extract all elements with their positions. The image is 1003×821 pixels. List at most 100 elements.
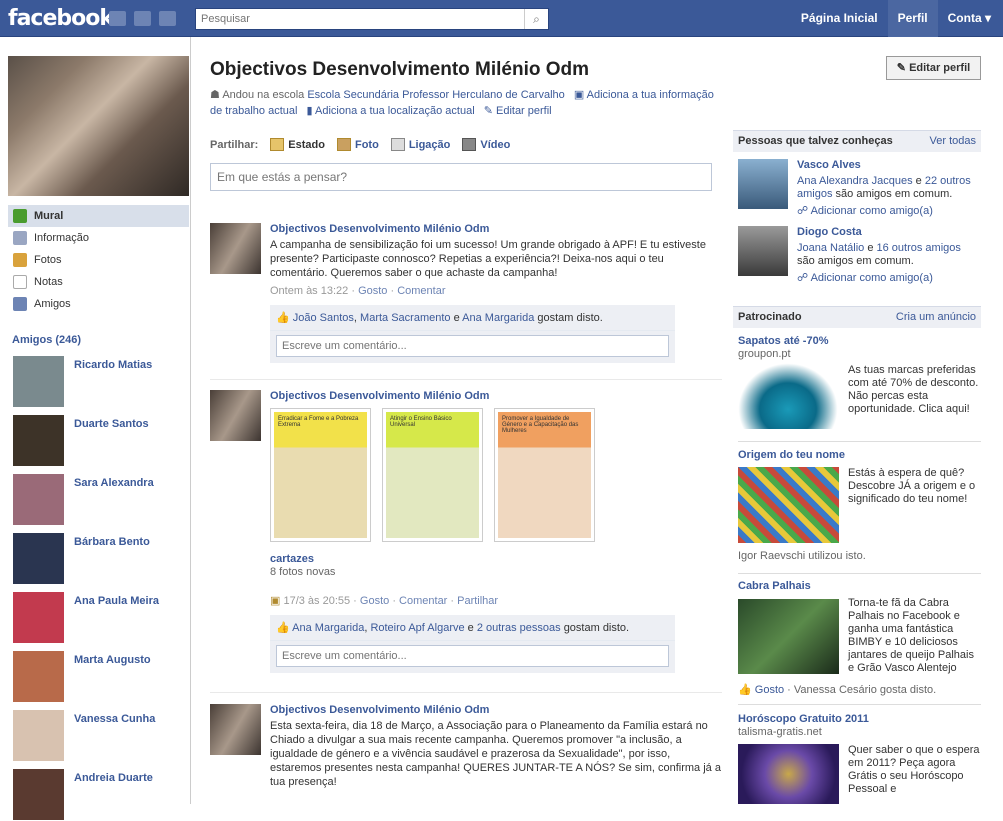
friends-header[interactable]: Amigos (246) xyxy=(12,334,81,346)
friend-avatar[interactable] xyxy=(13,474,64,525)
poster-thumbnail[interactable]: Atingir o Ensino Básico Universal xyxy=(382,408,483,542)
add-location-link[interactable]: Adiciona a tua localização actual xyxy=(315,105,475,117)
ad-image[interactable] xyxy=(738,744,839,804)
friend-item[interactable]: Andreia Duarte xyxy=(13,769,188,821)
pymk-name[interactable]: Diogo Costa xyxy=(797,226,862,238)
nav-item-fotos[interactable]: Fotos xyxy=(8,249,189,271)
share-photo-option[interactable]: Foto xyxy=(336,138,379,151)
friend-avatar[interactable] xyxy=(13,356,64,407)
post-avatar[interactable] xyxy=(210,704,261,755)
poster-thumbnail[interactable]: Erradicar a Fome e a Pobreza Extrema xyxy=(270,408,371,542)
likes-bar: 👍 João Santos, Marta Sacramento e Ana Ma… xyxy=(270,305,675,330)
messages-icon[interactable] xyxy=(134,11,151,26)
ad-image[interactable] xyxy=(738,599,839,674)
search-input[interactable] xyxy=(196,9,526,29)
post-author[interactable]: Objectivos Desenvolvimento Milénio Odm xyxy=(270,390,722,402)
post-avatar[interactable] xyxy=(210,223,261,274)
friend-name[interactable]: Duarte Santos xyxy=(74,418,149,430)
friend-avatar[interactable] xyxy=(13,592,64,643)
post-time[interactable]: Ontem às 13:22 xyxy=(270,285,348,297)
friend-item[interactable]: Ana Paula Meira xyxy=(13,592,188,644)
friend-avatar[interactable] xyxy=(13,533,64,584)
comment-link[interactable]: Comentar xyxy=(397,285,445,297)
share-link-option[interactable]: Ligação xyxy=(390,138,450,151)
friend-requests-icon[interactable] xyxy=(109,11,126,26)
nav-profile[interactable]: Perfil xyxy=(887,0,938,37)
friend-name[interactable]: Vanessa Cunha xyxy=(74,713,155,725)
edit-profile-button[interactable]: ✎ Editar perfil xyxy=(886,56,981,80)
friend-name[interactable]: Marta Augusto xyxy=(74,654,151,666)
friend-avatar[interactable] xyxy=(13,415,64,466)
ad-title[interactable]: Cabra Palhais xyxy=(738,580,981,592)
edit-profile-link[interactable]: Editar perfil xyxy=(496,105,552,117)
post-author[interactable]: Objectivos Desenvolvimento Milénio Odm xyxy=(270,704,722,716)
poster-thumbnail[interactable]: Promover a Igualdade de Género e a Capac… xyxy=(494,408,595,542)
friend-name[interactable]: Andreia Duarte xyxy=(74,772,153,784)
album-photos: Erradicar a Fome e a Pobreza Extrema Ati… xyxy=(270,408,722,542)
create-ad-link[interactable]: Cria um anúncio xyxy=(896,307,976,328)
add-friend-link[interactable]: ☍ Adicionar como amigo(a) xyxy=(797,271,933,284)
see-all-link[interactable]: Ver todas xyxy=(930,131,976,152)
nav-item-amigos[interactable]: Amigos xyxy=(8,293,189,315)
friend-item[interactable]: Ricardo Matias xyxy=(13,356,188,408)
school-link[interactable]: Escola Secundária Professor Herculano de… xyxy=(307,89,564,101)
ad-like-link[interactable]: Gosto xyxy=(755,684,784,696)
album-title[interactable]: cartazes xyxy=(270,553,722,565)
friend-item[interactable]: Bárbara Bento xyxy=(13,533,188,585)
ad-title[interactable]: Sapatos até -70% xyxy=(738,335,981,347)
friend-avatar[interactable] xyxy=(13,769,64,820)
mutual-friend-link[interactable]: Joana Natálio xyxy=(797,242,864,254)
nav-account[interactable]: Conta ▾ xyxy=(938,0,1001,37)
friend-name[interactable]: Ricardo Matias xyxy=(74,359,152,371)
ad-title[interactable]: Origem do teu nome xyxy=(738,449,981,461)
share-option-label: Foto xyxy=(354,138,379,151)
liker-link[interactable]: 2 outras pessoas xyxy=(477,622,561,634)
post-meta: ▣ 17/3 às 20:55 · Gosto · Comentar · Par… xyxy=(270,595,499,607)
ad-title[interactable]: Horóscopo Gratuito 2011 xyxy=(738,713,981,725)
share-status-option[interactable]: Estado xyxy=(270,138,325,151)
add-friend-link[interactable]: ☍ Adicionar como amigo(a) xyxy=(797,204,933,217)
liker-link[interactable]: Roteiro Apf Algarve xyxy=(370,622,464,634)
liker-link[interactable]: Ana Margarida xyxy=(462,312,534,324)
share-option-label: Estado xyxy=(288,138,325,151)
like-link[interactable]: Gosto xyxy=(358,285,387,297)
friend-name[interactable]: Ana Paula Meira xyxy=(74,595,159,607)
friend-item[interactable]: Sara Alexandra xyxy=(13,474,188,526)
friend-name[interactable]: Sara Alexandra xyxy=(74,477,154,489)
profile-picture[interactable] xyxy=(8,56,189,196)
nav-item-notas[interactable]: Notas xyxy=(8,271,189,293)
facebook-logo[interactable]: facebook xyxy=(8,6,114,31)
post-avatar[interactable] xyxy=(210,390,261,441)
friend-item[interactable]: Marta Augusto xyxy=(13,651,188,703)
status-composer[interactable]: Em que estás a pensar? xyxy=(210,163,712,191)
friend-name[interactable]: Bárbara Bento xyxy=(74,536,150,548)
mutual-friend-link[interactable]: Ana Alexandra Jacques xyxy=(797,175,913,187)
friend-item[interactable]: Vanessa Cunha xyxy=(13,710,188,762)
pymk-avatar[interactable] xyxy=(738,159,788,209)
liker-link[interactable]: João Santos xyxy=(293,312,354,324)
share-video-option[interactable]: Vídeo xyxy=(462,138,510,151)
pymk-name[interactable]: Vasco Alves xyxy=(797,159,861,171)
ad-image[interactable] xyxy=(738,467,839,543)
ad-body: Quer saber o que o espera em 2011? Peça … xyxy=(848,744,980,795)
ad-image[interactable] xyxy=(738,363,838,429)
share-link[interactable]: Partilhar xyxy=(457,595,498,607)
comment-input[interactable] xyxy=(276,645,669,667)
liker-link[interactable]: Marta Sacramento xyxy=(360,312,450,324)
friend-avatar[interactable] xyxy=(13,710,64,761)
nav-item-informacao[interactable]: Informação xyxy=(8,227,189,249)
post-author[interactable]: Objectivos Desenvolvimento Milénio Odm xyxy=(270,223,722,235)
comment-link[interactable]: Comentar xyxy=(399,595,447,607)
search-icon[interactable]: ⌕ xyxy=(524,9,548,29)
like-link[interactable]: Gosto xyxy=(360,595,389,607)
nav-item-mural[interactable]: Mural xyxy=(8,205,189,227)
mutual-count-link[interactable]: 16 outros amigos xyxy=(877,242,961,254)
post-time[interactable]: 17/3 às 20:55 xyxy=(283,595,350,607)
pymk-avatar[interactable] xyxy=(738,226,788,276)
nav-home[interactable]: Página Inicial xyxy=(791,0,888,37)
notifications-icon[interactable] xyxy=(159,11,176,26)
friend-avatar[interactable] xyxy=(13,651,64,702)
liker-link[interactable]: Ana Margarida xyxy=(292,622,364,634)
friend-item[interactable]: Duarte Santos xyxy=(13,415,188,467)
comment-input[interactable] xyxy=(276,335,669,357)
